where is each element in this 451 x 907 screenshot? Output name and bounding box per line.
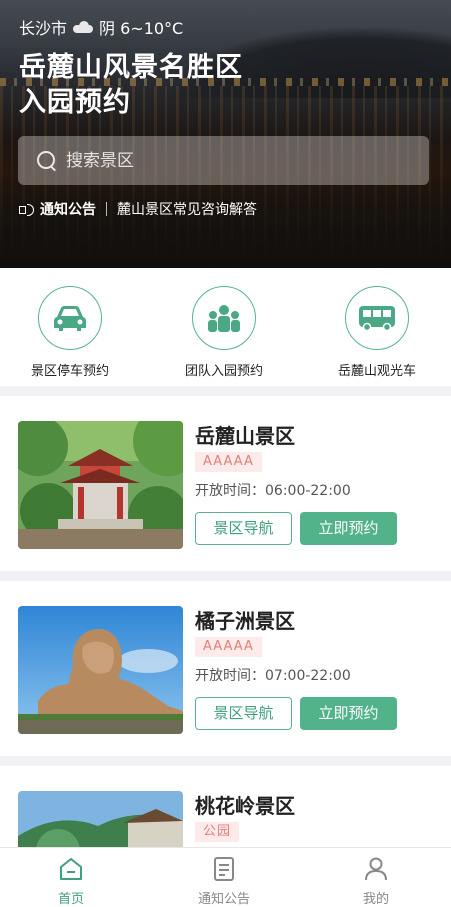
book-now-button[interactable]: 立即预约 (300, 512, 397, 545)
notice-divider (106, 202, 107, 216)
user-icon (363, 856, 389, 882)
entry-parking[interactable]: 景区停车预约 (10, 286, 130, 379)
tab-home[interactable]: 首页 (21, 856, 121, 907)
bottom-tab-bar: 首页 通知公告 我的 (0, 847, 451, 907)
navigate-button[interactable]: 景区导航 (195, 697, 292, 730)
tab-notices[interactable]: 通知公告 (174, 856, 274, 907)
tab-label: 通知公告 (197, 892, 250, 907)
search-input[interactable] (66, 150, 406, 171)
tab-label: 我的 (362, 892, 389, 907)
car-icon (38, 286, 102, 350)
scenic-name: 桃花岭景区 (195, 794, 295, 818)
scenic-name: 岳麓山景区 (195, 424, 295, 448)
entry-group[interactable]: 团队入园预约 (164, 286, 284, 379)
cloudy-icon (73, 21, 94, 33)
document-icon (211, 856, 237, 882)
rating-badge: AAAAA (195, 637, 262, 657)
home-icon (58, 856, 84, 882)
opening-hours: 开放时间：06:00-22:00 (195, 483, 351, 499)
weather-text: 阴 6~10°C (99, 19, 184, 38)
hero-banner: 长沙市 阴 6~10°C 岳麓山风景名胜区 入园预约 通知公告 麓山景区常见咨询… (0, 0, 451, 268)
scenic-name: 橘子洲景区 (195, 609, 295, 633)
navigate-button[interactable]: 景区导航 (195, 512, 292, 545)
rating-badge: AAAAA (195, 452, 262, 472)
notice-bar[interactable]: 通知公告 麓山景区常见咨询解答 (19, 199, 257, 219)
quick-entries: 景区停车预约 团队入园预约 岳麓山观光车 (0, 268, 451, 386)
speaker-icon (19, 202, 35, 216)
page-title: 岳麓山风景名胜区 入园预约 (19, 52, 243, 118)
tab-profile[interactable]: 我的 (326, 856, 426, 907)
scenic-photo (18, 421, 183, 549)
scenic-card-yuelu[interactable]: 岳麓山景区 AAAAA 开放时间：06:00-22:00 景区导航 立即预约 (0, 396, 451, 571)
opening-hours: 开放时间：07:00-22:00 (195, 668, 351, 684)
search-icon (36, 150, 58, 172)
scenic-card-taohualing[interactable]: 桃花岭景区 公园 (0, 766, 451, 847)
bus-icon (345, 286, 409, 350)
city-name[interactable]: 长沙市 (19, 15, 67, 39)
notice-label: 通知公告 (40, 202, 96, 218)
weather-info: 长沙市 阴 6~10°C (19, 16, 183, 38)
book-now-button[interactable]: 立即预约 (300, 697, 397, 730)
tab-label: 首页 (57, 892, 84, 907)
group-icon (192, 286, 256, 350)
notice-text[interactable]: 麓山景区常见咨询解答 (117, 199, 257, 219)
search-bar[interactable] (18, 136, 429, 185)
scenic-photo (18, 606, 183, 734)
entry-sightseeing-bus[interactable]: 岳麓山观光车 (317, 286, 437, 379)
category-badge: 公园 (195, 822, 240, 842)
entry-label: 岳麓山观光车 (337, 364, 416, 379)
scenic-photo (18, 791, 183, 847)
entry-label: 团队入园预约 (184, 364, 263, 379)
scenic-card-juzizhou[interactable]: 橘子洲景区 AAAAA 开放时间：07:00-22:00 景区导航 立即预约 (0, 581, 451, 756)
entry-label: 景区停车预约 (30, 364, 109, 379)
